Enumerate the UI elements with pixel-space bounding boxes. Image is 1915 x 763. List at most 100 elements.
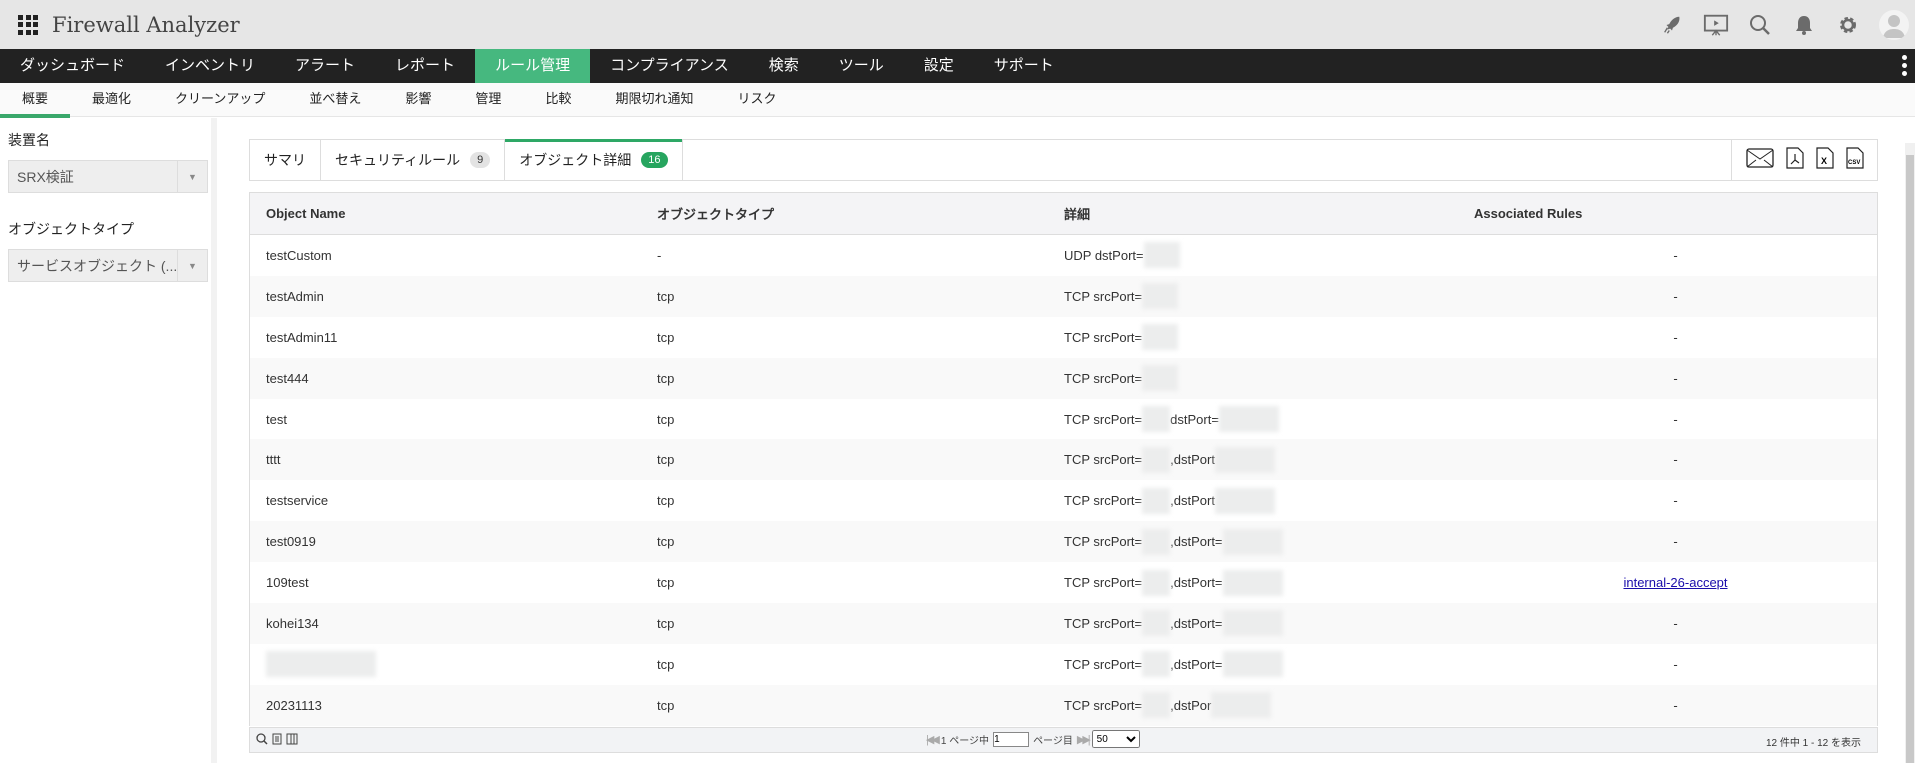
redacted-value	[1214, 487, 1275, 514]
presentation-icon[interactable]	[1703, 12, 1729, 38]
more-menu-icon[interactable]	[1902, 55, 1907, 76]
tab-summary[interactable]: サマリ	[250, 140, 321, 180]
nav-item[interactable]: コンプライアンス	[590, 49, 749, 83]
redacted-value	[1143, 242, 1180, 269]
page-input[interactable]	[993, 731, 1030, 747]
cell-detail: UDP dstPort=	[1064, 242, 1474, 269]
cell-detail: TCP srcPort=	[1064, 324, 1474, 351]
scrollbar[interactable]	[1905, 143, 1915, 763]
rocket-icon[interactable]	[1659, 12, 1685, 38]
nav-item[interactable]: 設定	[904, 49, 974, 83]
nav-item[interactable]: ルール管理	[475, 49, 591, 83]
redacted-value	[1214, 446, 1275, 473]
cell-rules: -	[1474, 534, 1877, 549]
cell-name: test	[250, 412, 657, 427]
detail-text: ,dstPort	[1170, 493, 1215, 509]
cell-rules: -	[1474, 248, 1877, 263]
csv-icon[interactable]: CSV	[1845, 146, 1864, 174]
detail-text: ,dstPor	[1170, 697, 1212, 713]
nav-item[interactable]: ツール	[819, 49, 904, 83]
bell-icon[interactable]	[1791, 12, 1817, 38]
tab-security-rules[interactable]: セキュリティルール 9	[321, 140, 506, 180]
rule-link[interactable]: internal-26-accept	[1623, 575, 1727, 590]
column-details[interactable]: 詳細	[1064, 204, 1474, 223]
cell-rules: -	[1474, 493, 1877, 508]
nav-item[interactable]: サポート	[974, 49, 1074, 83]
subnav-item[interactable]: 影響	[405, 83, 431, 116]
pdf-icon[interactable]	[1785, 146, 1804, 174]
first-page-icon[interactable]: |◀◀	[926, 733, 940, 746]
excel-icon[interactable]: X	[1815, 146, 1834, 174]
object-name: testAdmin11	[266, 329, 338, 345]
device-select-value: SRX検証	[17, 168, 74, 185]
table-row: 109test tcp TCP srcPort= ,dstPort= internal-…	[250, 562, 1877, 603]
last-page-icon[interactable]: ▶▶|	[1077, 733, 1091, 746]
table-row: tcp TCP srcPort= ,dstPort= -	[250, 644, 1877, 685]
nav-item[interactable]: 検索	[749, 49, 819, 83]
redacted-value	[1222, 651, 1283, 678]
subnav-item[interactable]: 最適化	[92, 83, 131, 116]
app-grid-icon[interactable]	[18, 14, 38, 35]
subnav-item[interactable]: 管理	[475, 83, 501, 116]
subnav-item[interactable]: 並べ替え	[309, 83, 361, 116]
redacted-value	[1222, 528, 1283, 555]
nav-item[interactable]: レポート	[375, 49, 475, 83]
detail-text: TCP srcPort=	[1064, 329, 1143, 345]
subnav-item[interactable]: 比較	[545, 83, 571, 116]
table-row: kohei134 tcp TCP srcPort= ,dstPort= -	[250, 603, 1877, 644]
subnav-item[interactable]: クリーンアップ	[175, 83, 265, 116]
object-type-select-value: サービスオブジェクト (...	[17, 257, 177, 274]
subnav-item[interactable]: リスク	[737, 83, 776, 116]
object-type-label: オブジェクトタイプ	[8, 221, 134, 237]
search-icon[interactable]	[256, 732, 268, 748]
scrollbar-thumb[interactable]	[1906, 155, 1914, 763]
cell-type: tcp	[657, 534, 675, 550]
cell-detail: TCP srcPort= ,dstPort=	[1064, 610, 1474, 637]
associated-rules: -	[1673, 534, 1678, 550]
cell-detail: TCP srcPort=	[1064, 283, 1474, 310]
page-suffix: ページ目	[1033, 735, 1073, 747]
column-object-name[interactable]: Object Name	[250, 206, 657, 221]
cell-type: tcp	[657, 452, 675, 468]
cell-rules: -	[1474, 616, 1877, 631]
subnav-item[interactable]: 期限切れ通知	[615, 83, 693, 116]
cell-type: tcp	[657, 411, 675, 427]
search-icon[interactable]	[1747, 12, 1773, 38]
table-row: testAdmin11 tcp TCP srcPort= -	[250, 317, 1877, 358]
associated-rules: -	[1673, 452, 1678, 468]
cell-detail: TCP srcPort=	[1064, 365, 1474, 392]
object-name: 20231113	[266, 697, 322, 713]
page-size-select[interactable]: 50	[1091, 730, 1140, 748]
gear-icon[interactable]	[1835, 12, 1861, 38]
svg-text:X: X	[1821, 156, 1827, 166]
column-object-type[interactable]: オブジェクトタイプ	[657, 204, 1064, 223]
email-icon[interactable]	[1745, 147, 1774, 173]
detail-text: dstPort=	[1170, 411, 1219, 427]
table-row: test0919 tcp TCP srcPort= ,dstPort= -	[250, 521, 1877, 563]
column-associated-rules[interactable]: Associated Rules	[1474, 206, 1877, 221]
avatar-icon[interactable]	[1879, 9, 1909, 40]
nav-item[interactable]: アラート	[275, 49, 375, 83]
redacted-value	[1142, 528, 1171, 555]
associated-rules: -	[1673, 697, 1678, 713]
table-row: testAdmin tcp TCP srcPort= -	[250, 275, 1877, 317]
nav-item[interactable]: ダッシュボード	[0, 49, 145, 83]
calculator-icon[interactable]	[272, 733, 282, 748]
table-row: testservice tcp TCP srcPort= ,dstPort -	[250, 480, 1877, 521]
table-header: Object Name オブジェクトタイプ 詳細 Associated Rule…	[250, 193, 1877, 235]
count-badge: 16	[641, 152, 668, 168]
nav-item[interactable]: インベントリ	[145, 49, 275, 83]
tab-bar: サマリ セキュリティルール 9 オブジェクト詳細 16 X CSV	[249, 139, 1878, 181]
object-type-select[interactable]: サービスオブジェクト (... ▼	[8, 249, 208, 282]
object-name: test	[266, 411, 287, 427]
table-row: 20231113 tcp TCP srcPort= ,dstPor -	[250, 684, 1877, 726]
subnav-item[interactable]: 概要	[0, 83, 71, 118]
associated-rules: -	[1673, 656, 1678, 672]
detail-text: TCP srcPort=	[1064, 288, 1143, 304]
cell-rules: -	[1474, 657, 1877, 672]
device-select[interactable]: SRX検証 ▼	[8, 160, 208, 193]
object-name: kohei134	[266, 615, 319, 631]
columns-icon[interactable]	[286, 733, 298, 748]
table-row: tttt tcp TCP srcPort= ,dstPort -	[250, 439, 1877, 481]
tab-object-details[interactable]: オブジェクト詳細 16	[505, 139, 683, 180]
